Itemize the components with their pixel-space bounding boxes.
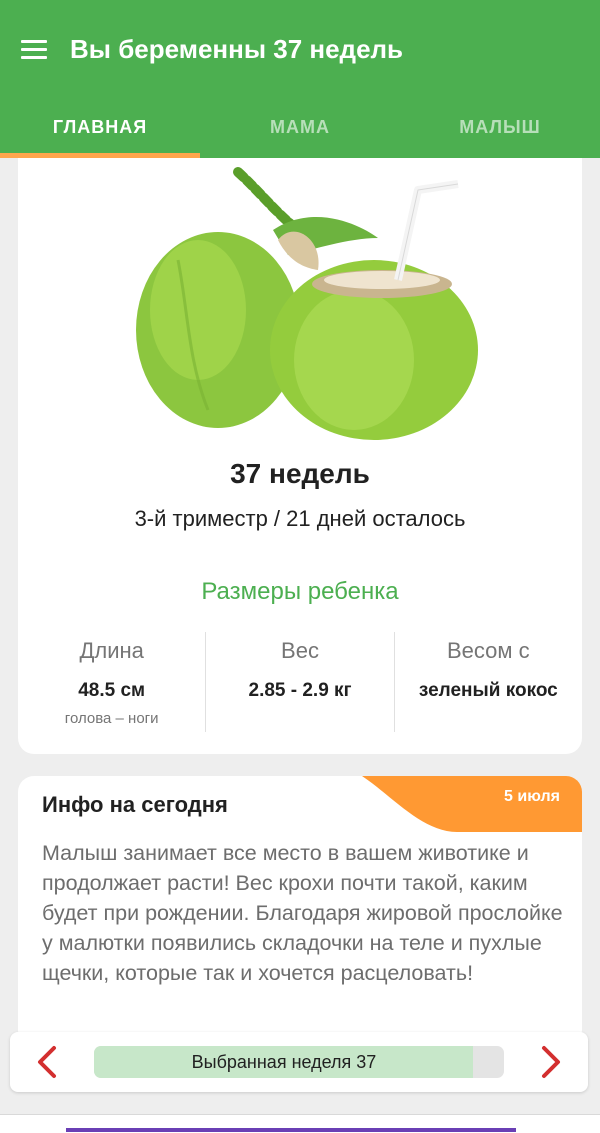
- week-title: 37 недель: [230, 458, 370, 489]
- baby-stats: Длина 48.5 см голова – ноги Вес 2.85 - 2…: [18, 632, 582, 732]
- stat-value: зеленый кокос: [418, 680, 558, 701]
- ad-banner-edge: [66, 1128, 516, 1132]
- app-bar: Вы беременны 37 недель ГЛАВНАЯ МАМА МАЛЫ…: [0, 0, 600, 158]
- week-card: 37 недель 3-й триместр / 21 дней осталос…: [18, 158, 582, 754]
- info-heading: Инфо на сегодня: [42, 792, 228, 817]
- tab-mom[interactable]: МАМА: [200, 96, 400, 158]
- stat-value: 2.85 - 2.9 кг: [248, 680, 352, 701]
- page-title: Вы беременны 37 недель: [70, 34, 404, 64]
- green-coconut-illustration: [136, 167, 478, 440]
- tab-baby[interactable]: МАЛЫШ: [400, 96, 600, 158]
- week-progress-bar[interactable]: Выбранная неделя 37: [94, 1046, 504, 1078]
- hamburger-menu-icon[interactable]: [14, 30, 54, 68]
- stat-value: 48.5 см: [78, 680, 146, 701]
- stat-weight: Вес 2.85 - 2.9 кг: [205, 632, 393, 732]
- date-badge: 5 июля: [504, 788, 560, 805]
- stat-label: Вес: [281, 638, 319, 663]
- tab-main[interactable]: ГЛАВНАЯ: [0, 96, 200, 158]
- stat-note: голова – ноги: [64, 710, 159, 727]
- week-selector: Выбранная неделя 37: [10, 1032, 588, 1092]
- stat-length: Длина 48.5 см голова – ноги: [18, 632, 205, 732]
- stat-label: Длина: [79, 638, 144, 663]
- info-text: Малыш занимает все место в вашем животик…: [42, 841, 563, 985]
- stat-comparison: Весом с зеленый кокос: [393, 632, 582, 732]
- baby-sizes-title: Размеры ребенка: [201, 578, 399, 605]
- selected-week-label: Выбранная неделя 37: [191, 1052, 377, 1072]
- info-card: 5 июля Инфо на сегодня Малыш занимает вс…: [18, 776, 582, 1046]
- trimester-subtitle: 3-й триместр / 21 дней осталось: [134, 506, 466, 531]
- tab-bar: ГЛАВНАЯ МАМА МАЛЫШ: [0, 96, 600, 158]
- chevron-left-icon[interactable]: [30, 1044, 66, 1080]
- chevron-right-icon[interactable]: [532, 1044, 568, 1080]
- stat-label: Весом с: [447, 638, 530, 663]
